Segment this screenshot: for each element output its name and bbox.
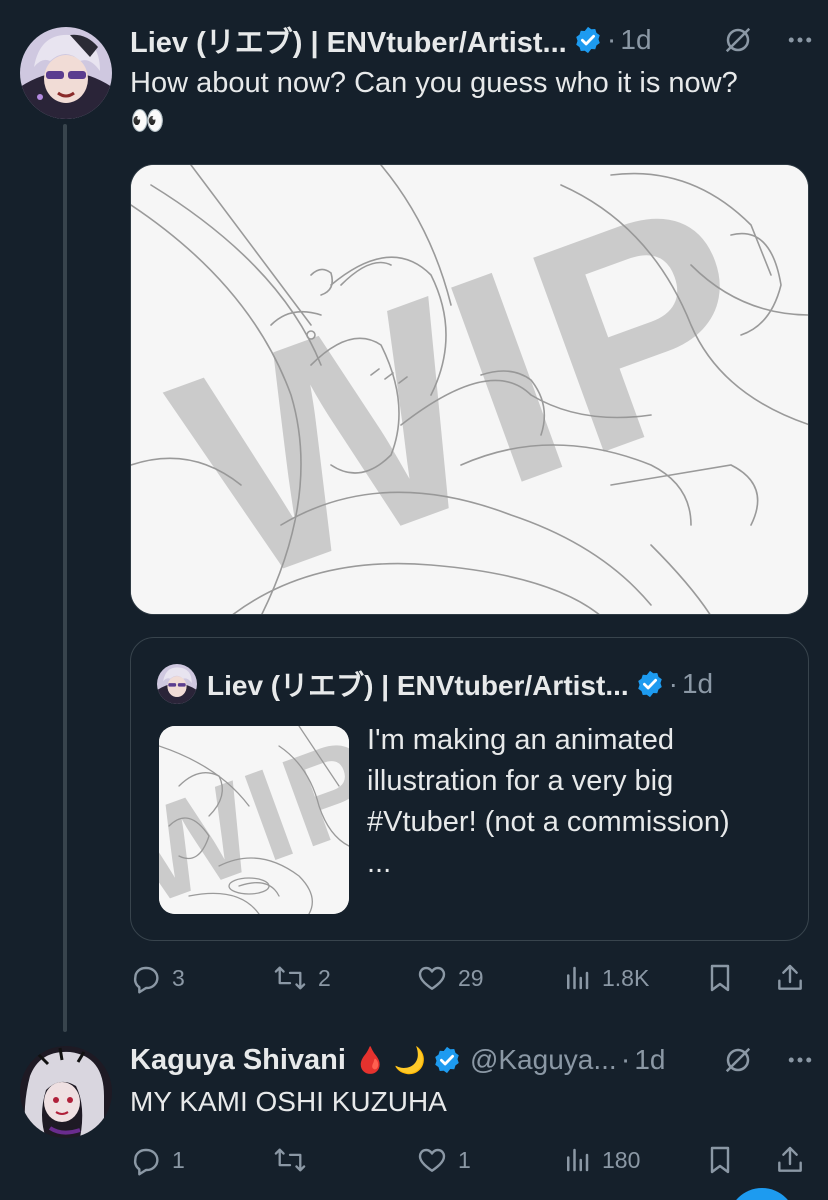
share-button[interactable]: [774, 962, 816, 994]
quote-body: I'm making an animated illustration for …: [367, 724, 730, 838]
reply-action-bar: 1 1 180: [130, 1140, 810, 1180]
views-count: 1.8K: [602, 964, 650, 991]
timeline: Liev (リエブ) | ENVtuber/Artist... · 1d How…: [0, 0, 828, 1200]
views-icon: [567, 1148, 589, 1172]
share-button[interactable]: [774, 1144, 816, 1176]
quote-thumbnail: WIP: [159, 726, 349, 914]
sketch-illustration: [131, 165, 808, 614]
reply-header: Kaguya Shivani 🩸 🌙 @Kaguya... · 1d: [130, 1043, 666, 1077]
reply-handle[interactable]: @Kaguya...: [470, 1044, 617, 1076]
bookmark-button[interactable]: [704, 1144, 746, 1176]
quote-ellipsis: ...: [367, 847, 392, 879]
share-icon: [778, 964, 802, 990]
reply-button[interactable]: 3: [130, 962, 185, 994]
author-name[interactable]: Liev (リエブ) | ENVtuber/Artist...: [130, 19, 567, 61]
reply-count: 3: [172, 964, 185, 991]
reply-text: MY KAMI OSHI KUZUHA: [130, 1086, 447, 1117]
views-button[interactable]: 180: [562, 1144, 640, 1176]
reply-icon: [133, 1148, 159, 1176]
tweet-top-actions: [718, 22, 820, 58]
reply-author-name[interactable]: Kaguya Shivani: [130, 1044, 346, 1077]
tweet-media-image[interactable]: WIP: [130, 164, 809, 615]
mute-icon[interactable]: [718, 22, 758, 58]
bookmark-icon: [710, 1146, 730, 1174]
retweet-button[interactable]: 2: [272, 962, 331, 994]
bookmark-icon: [710, 964, 730, 992]
like-icon: [418, 1148, 446, 1172]
reply-author-avatar[interactable]: [20, 1046, 112, 1138]
views-count: 180: [602, 1146, 641, 1173]
like-button[interactable]: 1: [416, 1144, 471, 1176]
like-count: 1: [458, 1146, 471, 1173]
retweet-button[interactable]: [272, 1144, 318, 1176]
more-icon[interactable]: [780, 1042, 820, 1078]
like-button[interactable]: 29: [416, 962, 484, 994]
more-icon[interactable]: [780, 22, 820, 58]
eyes-emoji: 👀: [130, 105, 167, 136]
quote-text: I'm making an animated illustration for …: [367, 720, 787, 884]
quote-author-name: Liev (リエブ) | ENVtuber/Artist...: [207, 670, 629, 701]
views-button[interactable]: 1.8K: [562, 962, 649, 994]
mute-icon[interactable]: [718, 1042, 758, 1078]
views-icon: [567, 966, 589, 990]
share-icon: [778, 1146, 802, 1172]
tweet-body: How about now? Can you guess who it is n…: [130, 67, 738, 99]
quoted-tweet[interactable]: Liev (リエブ) | ENVtuber/Artist... · 1d WIP…: [130, 637, 809, 941]
verified-icon: [635, 669, 665, 699]
tweet-header: Liev (リエブ) | ENVtuber/Artist... · 1d: [130, 20, 652, 60]
tweet-text: How about now? Can you guess who it is n…: [130, 64, 810, 140]
like-count: 29: [458, 964, 484, 991]
thread-connector: [63, 124, 67, 1032]
retweet-icon: [274, 1148, 306, 1172]
reply-top-actions: [718, 1042, 820, 1078]
author-emojis: 🩸 🌙: [353, 1044, 426, 1075]
reply-time[interactable]: 1d: [634, 1044, 665, 1076]
reply-icon: [133, 966, 159, 994]
retweet-icon: [274, 966, 306, 990]
reply-count: 1: [172, 1146, 185, 1173]
tweet-time[interactable]: 1d: [620, 24, 651, 56]
compose-button[interactable]: [728, 1188, 796, 1200]
quote-time: 1d: [681, 668, 714, 699]
tweet-action-bar: 3 2 29 1.8K: [130, 958, 810, 998]
author-avatar[interactable]: [20, 27, 112, 119]
retweet-count: 2: [318, 964, 331, 991]
quote-author-avatar: [157, 664, 197, 704]
quote-header: Liev (リエブ) | ENVtuber/Artist... · 1d: [157, 664, 713, 704]
verified-icon: [432, 1045, 462, 1075]
like-icon: [418, 966, 446, 990]
bookmark-button[interactable]: [704, 962, 746, 994]
reply-button[interactable]: 1: [130, 1144, 185, 1176]
verified-icon: [573, 25, 603, 55]
